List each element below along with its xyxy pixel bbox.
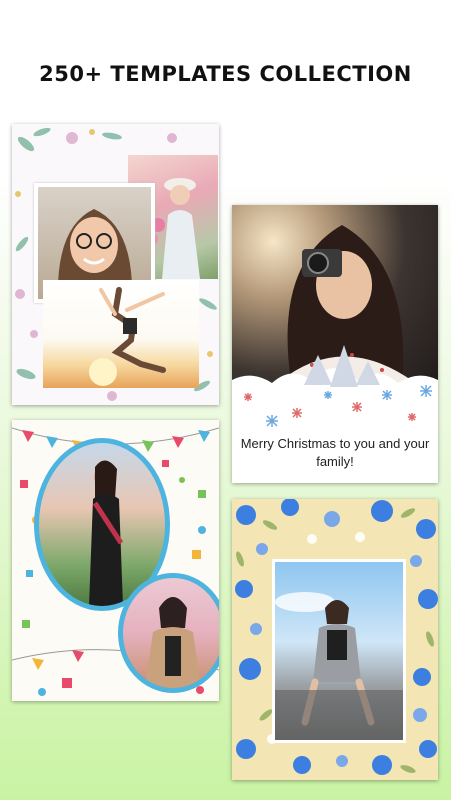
collage-photo-jumping-woman (43, 280, 199, 388)
photo-placeholder-icon (89, 287, 166, 386)
template-card-party[interactable] (12, 420, 219, 701)
template-card-floral[interactable] (12, 124, 219, 405)
party-photo-woman-jacket (118, 573, 219, 693)
christmas-message: Merry Christmas to you and your family! (240, 436, 430, 469)
page-title: 250+ TEMPLATES COLLECTION (39, 62, 412, 86)
snowflake-icon (244, 385, 432, 427)
photo-placeholder-icon (275, 592, 403, 740)
template-card-christmas[interactable]: Merry Christmas to you and your family! (232, 205, 438, 483)
template-card-blue-flowers[interactable] (232, 499, 438, 780)
blue-flowers-photo-woman-sitting (272, 559, 406, 743)
photo-placeholder-icon (145, 597, 201, 688)
